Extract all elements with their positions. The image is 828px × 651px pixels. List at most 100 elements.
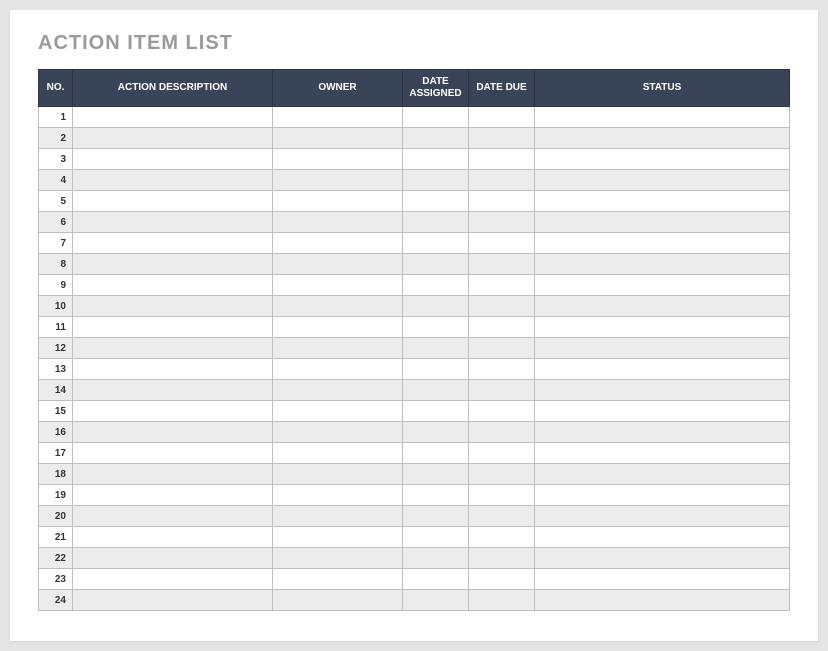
cell-date-due[interactable] (469, 401, 535, 422)
cell-description[interactable] (73, 212, 273, 233)
cell-description[interactable] (73, 506, 273, 527)
cell-owner[interactable] (273, 317, 403, 338)
cell-date-due[interactable] (469, 191, 535, 212)
cell-description[interactable] (73, 254, 273, 275)
cell-date-assigned[interactable] (403, 107, 469, 128)
cell-owner[interactable] (273, 422, 403, 443)
cell-date-assigned[interactable] (403, 527, 469, 548)
cell-status[interactable] (535, 464, 790, 485)
cell-status[interactable] (535, 401, 790, 422)
cell-owner[interactable] (273, 569, 403, 590)
cell-date-assigned[interactable] (403, 380, 469, 401)
cell-description[interactable] (73, 443, 273, 464)
cell-owner[interactable] (273, 275, 403, 296)
cell-date-assigned[interactable] (403, 464, 469, 485)
cell-status[interactable] (535, 443, 790, 464)
cell-description[interactable] (73, 464, 273, 485)
cell-date-due[interactable] (469, 149, 535, 170)
cell-status[interactable] (535, 149, 790, 170)
cell-description[interactable] (73, 317, 273, 338)
cell-date-assigned[interactable] (403, 338, 469, 359)
cell-description[interactable] (73, 359, 273, 380)
cell-date-due[interactable] (469, 338, 535, 359)
cell-status[interactable] (535, 170, 790, 191)
cell-owner[interactable] (273, 590, 403, 611)
cell-description[interactable] (73, 107, 273, 128)
cell-description[interactable] (73, 527, 273, 548)
cell-status[interactable] (535, 275, 790, 296)
cell-date-due[interactable] (469, 569, 535, 590)
cell-description[interactable] (73, 149, 273, 170)
cell-description[interactable] (73, 233, 273, 254)
cell-status[interactable] (535, 254, 790, 275)
cell-status[interactable] (535, 212, 790, 233)
cell-status[interactable] (535, 296, 790, 317)
cell-date-due[interactable] (469, 380, 535, 401)
cell-description[interactable] (73, 485, 273, 506)
cell-date-due[interactable] (469, 464, 535, 485)
cell-date-due[interactable] (469, 107, 535, 128)
cell-owner[interactable] (273, 296, 403, 317)
cell-owner[interactable] (273, 212, 403, 233)
cell-date-due[interactable] (469, 296, 535, 317)
cell-date-assigned[interactable] (403, 170, 469, 191)
cell-date-due[interactable] (469, 254, 535, 275)
cell-owner[interactable] (273, 401, 403, 422)
cell-date-due[interactable] (469, 359, 535, 380)
cell-date-assigned[interactable] (403, 296, 469, 317)
cell-date-assigned[interactable] (403, 191, 469, 212)
cell-date-due[interactable] (469, 422, 535, 443)
cell-date-due[interactable] (469, 128, 535, 149)
cell-description[interactable] (73, 548, 273, 569)
cell-date-assigned[interactable] (403, 590, 469, 611)
cell-owner[interactable] (273, 149, 403, 170)
cell-owner[interactable] (273, 527, 403, 548)
cell-description[interactable] (73, 338, 273, 359)
cell-description[interactable] (73, 191, 273, 212)
cell-status[interactable] (535, 233, 790, 254)
cell-date-assigned[interactable] (403, 506, 469, 527)
cell-owner[interactable] (273, 170, 403, 191)
cell-description[interactable] (73, 128, 273, 149)
cell-date-due[interactable] (469, 233, 535, 254)
cell-date-due[interactable] (469, 506, 535, 527)
cell-date-assigned[interactable] (403, 401, 469, 422)
cell-owner[interactable] (273, 443, 403, 464)
cell-date-due[interactable] (469, 170, 535, 191)
cell-date-assigned[interactable] (403, 233, 469, 254)
cell-date-assigned[interactable] (403, 359, 469, 380)
cell-status[interactable] (535, 338, 790, 359)
cell-status[interactable] (535, 107, 790, 128)
cell-status[interactable] (535, 191, 790, 212)
cell-date-assigned[interactable] (403, 485, 469, 506)
cell-description[interactable] (73, 170, 273, 191)
cell-description[interactable] (73, 590, 273, 611)
cell-date-due[interactable] (469, 548, 535, 569)
cell-description[interactable] (73, 401, 273, 422)
cell-description[interactable] (73, 569, 273, 590)
cell-status[interactable] (535, 128, 790, 149)
cell-owner[interactable] (273, 485, 403, 506)
cell-date-assigned[interactable] (403, 548, 469, 569)
cell-status[interactable] (535, 590, 790, 611)
cell-date-assigned[interactable] (403, 149, 469, 170)
cell-description[interactable] (73, 296, 273, 317)
cell-owner[interactable] (273, 548, 403, 569)
cell-date-due[interactable] (469, 317, 535, 338)
cell-date-assigned[interactable] (403, 443, 469, 464)
cell-date-due[interactable] (469, 212, 535, 233)
cell-date-assigned[interactable] (403, 212, 469, 233)
cell-date-due[interactable] (469, 590, 535, 611)
cell-date-assigned[interactable] (403, 422, 469, 443)
cell-date-due[interactable] (469, 443, 535, 464)
cell-date-assigned[interactable] (403, 254, 469, 275)
cell-status[interactable] (535, 317, 790, 338)
cell-date-due[interactable] (469, 485, 535, 506)
cell-date-due[interactable] (469, 527, 535, 548)
cell-owner[interactable] (273, 464, 403, 485)
cell-owner[interactable] (273, 107, 403, 128)
cell-status[interactable] (535, 485, 790, 506)
cell-owner[interactable] (273, 380, 403, 401)
cell-status[interactable] (535, 506, 790, 527)
cell-description[interactable] (73, 275, 273, 296)
